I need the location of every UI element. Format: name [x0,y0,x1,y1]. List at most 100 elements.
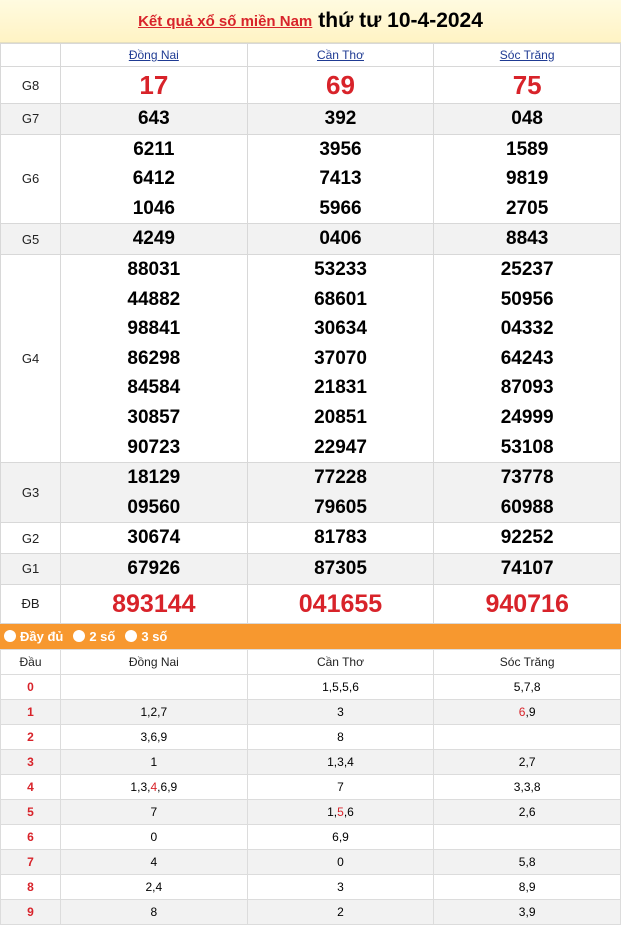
prize-cell: 75 [433,66,621,104]
province-header-cell: Đồng Nai [60,43,248,67]
filter-option[interactable]: 3 số [125,629,167,644]
loto-head-label: Đầu [0,648,61,675]
loto-row: 8 2,4 3 8,9 [0,873,621,900]
prize-row: G3 18129 09560 77228 79605 73778 60988 [0,462,621,524]
prize-cell: 041655 [246,583,435,624]
prize-number: 73778 [500,467,554,489]
prize-cell: 73778 60988 [433,462,621,524]
loto-tail-cell: 0 [246,848,435,875]
prize-number: 6412 [132,168,175,190]
loto-tail-cell: 8 [246,723,435,750]
filter-option-label: 3 số [141,628,168,644]
loto-tail-digit: 3 [337,754,344,769]
loto-head-digit: 5 [0,798,61,825]
prize-cell: 0406 [246,223,435,255]
prize-cell: 392 [246,103,435,135]
prize-number: 1046 [132,197,175,219]
loto-row: 7 4 0 5,8 [0,848,621,875]
loto-head-digit: 3 [0,748,61,775]
prize-cell: 30674 [60,522,248,554]
prize-number: 643 [137,108,170,129]
prize-number: 25237 [500,258,554,280]
province-link[interactable]: Sóc Trăng [500,48,555,62]
prize-label: G2 [0,522,61,554]
prize-number: 20851 [314,406,367,428]
loto-tail-digit: 3 [518,904,526,919]
filter-option[interactable]: Đầy đủ [4,629,63,644]
loto-tail-digit: 2 [337,904,344,919]
results-link[interactable]: Kết quả xổ số miền Nam [138,13,312,30]
prize-number: 5966 [319,197,362,219]
loto-tail-digit: 6 [528,804,536,819]
prize-number: 90723 [127,436,181,458]
prize-cell: 643 [60,103,248,135]
prize-number: 22947 [314,436,367,458]
prize-number: 86298 [127,347,181,369]
loto-tail-digit: 8 [337,729,344,744]
loto-head-digit: 2 [0,723,61,750]
prize-number: 2705 [506,197,549,219]
radio-button[interactable] [4,630,16,642]
province-link[interactable]: Cần Thơ [317,48,364,62]
prize-number: 6211 [133,138,175,160]
prize-cell: 18129 09560 [60,462,248,524]
loto-row: 5 7 1,5,6 2,6 [0,798,621,825]
prize-number: 09560 [127,496,181,518]
loto-tail-digit: 3 [337,704,344,719]
loto-tail-digit: 5 [332,679,339,694]
loto-tail-cell: 1,2,7 [60,698,248,725]
radio-button[interactable] [73,630,86,642]
filter-option[interactable]: 2 số [73,629,115,644]
prize-label: G3 [0,462,61,524]
loto-tail-cell: 3,9 [433,898,621,925]
prize-cell: 048 [433,103,621,135]
prize-label: G8 [0,66,61,104]
loto-tail-digit: 7 [150,804,158,819]
prize-cell: 3956 7413 5966 [246,133,435,225]
prize-cell: 25237 50956 04332 64243 87093 24999 53108 [433,253,621,464]
draw-date: thứ tư 10-4-2024 [318,9,483,32]
prize-number: 87093 [500,377,554,399]
page-header: Kết quả xổ số miền Nam thứ tư 10-4-2024 [0,0,621,43]
loto-head-digit: 4 [0,773,61,800]
filter-option-label: 2 số [89,628,116,644]
loto-tail-digit: 2 [145,879,153,894]
loto-tail-digit: 1 [130,779,138,794]
province-link[interactable]: Đồng Nai [129,48,179,62]
loto-tail-digit: 4 [150,779,158,794]
prize-cell: 4249 [60,223,248,255]
loto-tail-digit: 7 [337,779,344,794]
prize-number: 8843 [506,228,549,250]
loto-tail-digit: 5 [337,804,344,819]
radio-button[interactable] [125,630,138,642]
loto-tail-digit: 1 [140,704,148,719]
loto-tail-cell: 6,9 [246,823,435,850]
loto-tail-digit: 3 [140,729,148,744]
loto-tail-digit: 0 [150,829,158,844]
loto-row: 2 3,6,9 8 [0,723,621,750]
loto-tail-digit: 2 [518,804,526,819]
prize-cell: 92252 [433,522,621,554]
prize-cell: 6211 6412 1046 [60,133,248,225]
prize-number: 18129 [127,467,181,489]
prize-number: 68601 [314,288,367,310]
loto-tail-digit: 9 [528,879,536,894]
loto-tail-digit: 1 [150,754,158,769]
prize-number: 77228 [314,467,367,489]
prize-number: 87305 [314,557,367,579]
loto-head-digit: 0 [0,673,61,700]
loto-tail-digit: 3 [337,879,344,894]
loto-tail-digit: 7 [528,754,536,769]
prize-label: G4 [0,253,61,464]
prize-number: 50956 [500,288,554,310]
loto-tail-cell: 8,9 [433,873,621,900]
prize-number: 67926 [127,557,181,579]
loto-head-digit: 7 [0,848,61,875]
loto-tail-digit: 9 [528,704,536,719]
prize-cell: 81783 [246,522,435,554]
loto-tail-cell: 4 [60,848,248,875]
loto-tail-digit: 2 [150,704,158,719]
results-table: Đồng Nai Cần Thơ Sóc Trăng G8 17 69 75 G7 643 392… [0,43,621,624]
loto-tail-cell: 5,7,8 [433,673,621,700]
prize-number: 53108 [500,436,554,458]
